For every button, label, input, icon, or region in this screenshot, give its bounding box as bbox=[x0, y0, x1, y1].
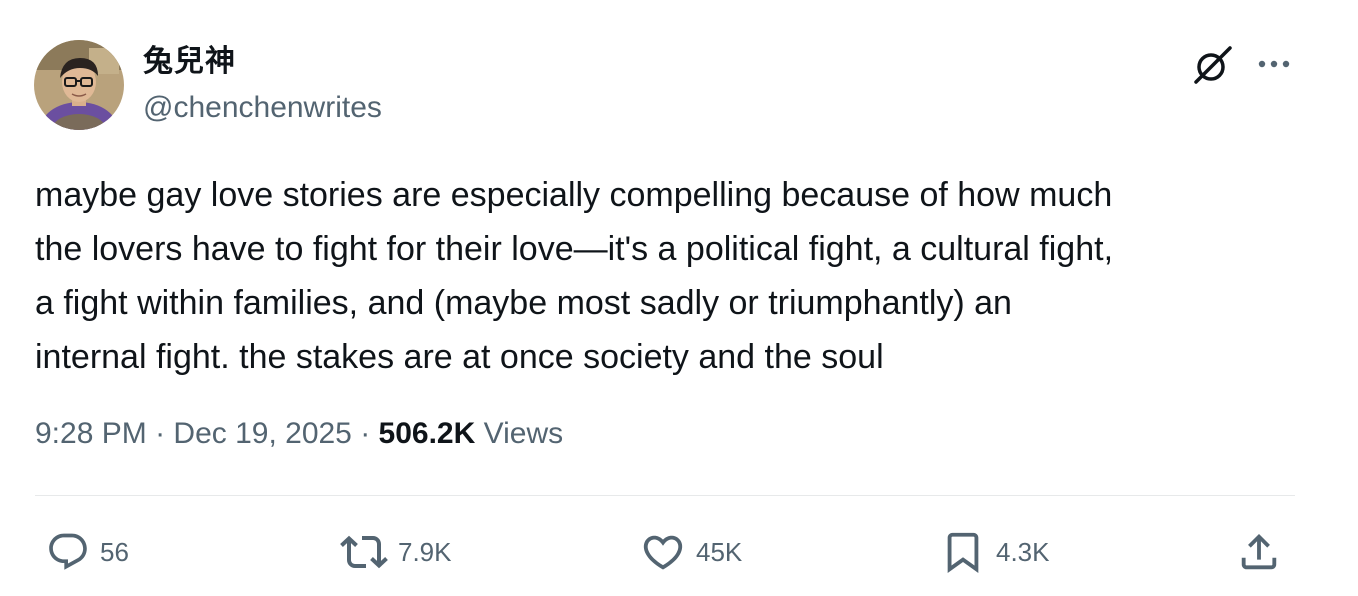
reply-count: 56 bbox=[100, 537, 129, 567]
avatar[interactable] bbox=[34, 40, 124, 130]
bookmark-icon bbox=[947, 532, 979, 573]
share-icon bbox=[1241, 533, 1277, 570]
like-count: 45K bbox=[696, 537, 743, 567]
repost-count: 7.9K bbox=[398, 537, 452, 567]
reply-icon bbox=[49, 533, 87, 570]
more-icon[interactable] bbox=[1252, 46, 1296, 82]
bookmark-count: 4.3K bbox=[996, 537, 1050, 567]
tweet-date[interactable]: Dec 19, 2025 bbox=[173, 417, 351, 450]
tweet-card: 兔兒神 @chenchenwrites maybe gay love stori… bbox=[0, 0, 1358, 596]
user-handle[interactable]: @chenchenwrites bbox=[143, 90, 382, 126]
grok-icon[interactable] bbox=[1190, 42, 1236, 88]
repost-icon bbox=[340, 535, 388, 569]
divider bbox=[35, 495, 1295, 496]
repost-button[interactable]: 7.9K bbox=[340, 528, 452, 576]
display-name[interactable]: 兔兒神 bbox=[143, 44, 236, 80]
views-label: Views bbox=[475, 417, 564, 450]
like-button[interactable]: 45K bbox=[640, 528, 742, 576]
tweet-text: maybe gay love stories are especially co… bbox=[35, 176, 1114, 376]
meta-separator: · bbox=[351, 417, 379, 450]
heart-icon bbox=[643, 535, 683, 570]
meta-separator: · bbox=[146, 417, 174, 450]
views-count: 506.2K bbox=[378, 417, 476, 450]
tweet-time[interactable]: 9:28 PM bbox=[35, 417, 147, 450]
tweet-meta: 9:28 PM · Dec 19, 2025 · 506.2K Views bbox=[35, 414, 563, 454]
share-button[interactable] bbox=[1236, 528, 1282, 576]
reply-button[interactable]: 56 bbox=[46, 528, 129, 576]
bookmark-button[interactable]: 4.3K bbox=[940, 528, 1050, 576]
